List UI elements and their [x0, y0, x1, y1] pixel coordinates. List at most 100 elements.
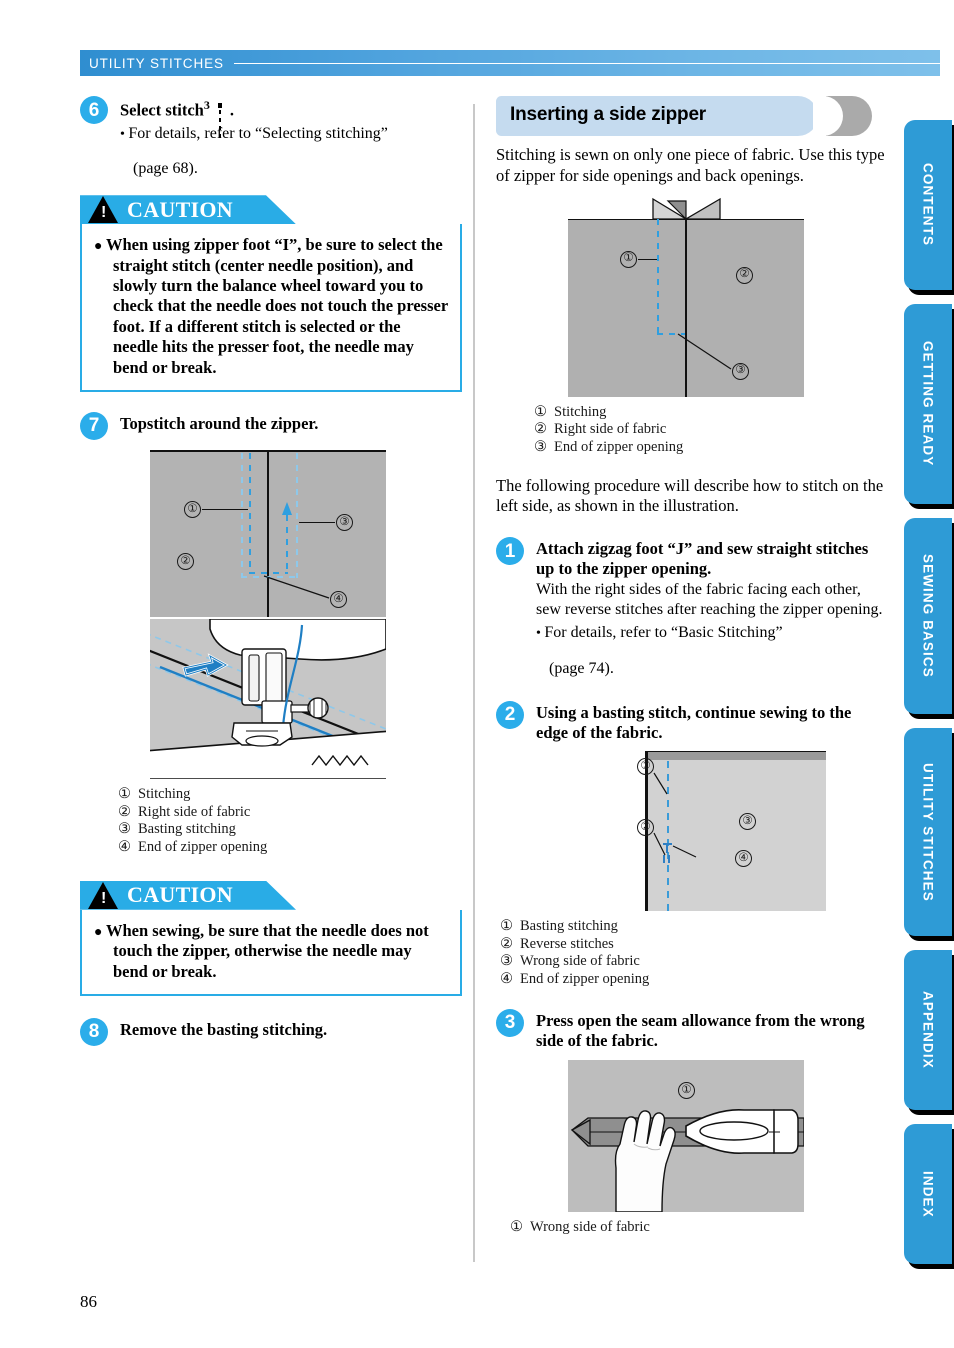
legend-row: ② Right side of fabric — [118, 804, 462, 822]
section-heading-crescent — [813, 96, 872, 136]
legend-num: ① — [500, 918, 513, 934]
caution-box-1: ! CAUTION ● When using zipper foot “I”, … — [80, 195, 462, 392]
warning-exclamation-icon: ! — [101, 889, 107, 907]
figure-side-zipper-overview: ① ② ③ — [568, 197, 804, 397]
legend-num: ④ — [118, 839, 131, 856]
caution-1-label: CAUTION — [127, 196, 233, 222]
legend-num: ② — [500, 935, 513, 952]
figure-press-seam-allowance: ① — [568, 1060, 804, 1212]
step-6-title-period: . — [229, 100, 234, 120]
left-column: 6 Select stitch3. • For details, refer t… — [80, 96, 462, 1046]
step-8: 8 Remove the basting stitching. — [80, 1017, 462, 1046]
figure-overview-legend: ① Stitching ② Right side of fabric ③ End… — [534, 404, 886, 457]
step-1-body: With the right sides of the fabric facin… — [536, 581, 883, 619]
legend-num: ① — [118, 786, 131, 803]
step-7: 7 Topstitch around the zipper. — [80, 411, 462, 440]
step-2-badge: 2 — [496, 700, 524, 729]
legend-num: ② — [534, 421, 547, 438]
step-2-title: Using a basting stitch, continue sewing … — [536, 702, 852, 742]
section-heading-title: Inserting a side zipper — [510, 104, 707, 125]
side-tab-label: APPENDIX — [920, 991, 936, 1069]
legend-num: ① — [510, 1219, 523, 1235]
legend-row: ① Basting stitching — [500, 918, 886, 936]
callout-4: ④ — [735, 850, 752, 867]
caution-2-tab: ! CAUTION — [80, 880, 296, 910]
legend-row: ① Stitching — [534, 404, 886, 422]
step-6-badge: 6 — [80, 96, 108, 124]
side-tab-getting-ready[interactable]: GETTING READY — [904, 304, 952, 504]
legend-text: Right side of fabric — [138, 803, 251, 820]
legend-row: ④ End of zipper opening — [118, 839, 462, 857]
legend-row: ① Stitching — [118, 786, 462, 804]
caution-bullet-icon: ● — [94, 924, 106, 940]
legend-row: ② Right side of fabric — [534, 421, 886, 439]
legend-text: End of zipper opening — [554, 438, 684, 455]
caution-bullet-icon: ● — [94, 239, 106, 255]
step-1-bullet-1: • For details, refer to “Basic Stitching… — [536, 623, 886, 643]
caution-2-body: ● When sewing, be sure that the needle d… — [80, 909, 462, 996]
side-tab-contents[interactable]: CONTENTS — [904, 120, 952, 290]
legend-text: Stitching — [554, 403, 607, 420]
legend-row: ③ Basting stitching — [118, 821, 462, 839]
step-3-badge: 3 — [496, 1008, 524, 1037]
side-tab-label: UTILITY STITCHES — [920, 762, 936, 902]
side-tab-label: INDEX — [920, 1170, 936, 1218]
side-tab-sewing-basics[interactable]: SEWING BASICS — [904, 518, 952, 714]
running-header: UTILITY STITCHES — [80, 50, 940, 76]
caution-1-item-1-text: When using zipper foot “I”, be sure to s… — [105, 235, 448, 377]
legend-text: Right side of fabric — [554, 421, 667, 438]
step-7-badge: 7 — [80, 411, 108, 440]
legend-num: ③ — [534, 438, 547, 455]
side-tab-navigation: CONTENTS GETTING READY SEWING BASICS UTI… — [898, 120, 954, 1278]
caution-box-2: ! CAUTION ● When sewing, be sure that th… — [80, 880, 462, 996]
legend-num: ④ — [500, 971, 513, 988]
legend-text: Basting stitching — [520, 918, 618, 934]
step-8-title: Remove the basting stitching. — [120, 1019, 328, 1039]
legend-row: ① Wrong side of fabric — [510, 1219, 886, 1237]
legend-text: End of zipper opening — [520, 971, 650, 988]
section-intro: Stitching is sewn on only one piece of f… — [496, 145, 885, 185]
figure-basting-legend: ① Basting stitching ② Reverse stitches ③… — [500, 918, 886, 989]
caution-2-label: CAUTION — [127, 882, 233, 908]
callout-2-leader — [653, 832, 697, 858]
figure-topstitch-around-zipper: ① ② ③ ④ — [150, 443, 386, 618]
step-8-badge: 8 — [80, 1017, 108, 1046]
callout-4-leader — [263, 575, 330, 599]
legend-num: ③ — [500, 953, 513, 970]
step-6-title: Select stitch3. — [120, 96, 462, 140]
procedure-note: The following procedure will describe ho… — [496, 475, 884, 516]
side-tab-label: SEWING BASICS — [920, 554, 936, 678]
step-1-bullet-1-line1: For details, refer to “Basic Stitching” — [544, 624, 783, 642]
figure-topstitch-legend: ① Stitching ② Right side of fabric ③ Bas… — [118, 786, 462, 857]
side-tab-index[interactable]: INDEX — [904, 1124, 952, 1264]
side-tab-appendix[interactable]: APPENDIX — [904, 950, 952, 1110]
step-2: 2 Using a basting stitch, continue sewin… — [496, 700, 886, 743]
step-3-title: Press open the seam allowance from the w… — [536, 1010, 865, 1050]
legend-text: Reverse stitches — [520, 935, 614, 952]
legend-num: ① — [534, 403, 547, 420]
caution-1-tab: ! CAUTION — [80, 195, 296, 225]
step-1: 1 Attach zigzag foot “J” and sew straigh… — [496, 537, 886, 679]
step-1-badge: 1 — [496, 537, 524, 566]
legend-text: Stitching — [138, 786, 191, 803]
step-6-bullet-1: • For details, refer to “Selecting stitc… — [120, 124, 462, 144]
straight-stitch-icon — [213, 102, 227, 140]
legend-text: Wrong side of fabric — [520, 953, 640, 970]
header-rule — [233, 62, 940, 64]
caution-1-body: ● When using zipper foot “I”, be sure to… — [80, 224, 462, 392]
caution-1-item-1: ● When using zipper foot “I”, be sure to… — [94, 235, 448, 378]
step-1-bullet-1-line2: (page 74). — [549, 659, 614, 677]
callout-3-leader — [677, 333, 732, 370]
column-divider — [473, 104, 475, 1262]
figure-presser-foot-sewing — [150, 619, 386, 780]
legend-text: End of zipper opening — [138, 839, 268, 856]
legend-num: ③ — [118, 821, 131, 838]
side-tab-utility-stitches[interactable]: UTILITY STITCHES — [904, 728, 952, 936]
legend-row: ④ End of zipper opening — [500, 971, 886, 989]
legend-row: ③ Wrong side of fabric — [500, 953, 886, 971]
figure-iron-legend: ① Wrong side of fabric — [510, 1219, 886, 1237]
presser-foot-illustration — [150, 619, 386, 780]
page-number: 86 — [80, 1292, 97, 1311]
legend-text: Basting stitching — [138, 821, 236, 838]
caution-2-item-1: ● When sewing, be sure that the needle d… — [94, 921, 448, 982]
